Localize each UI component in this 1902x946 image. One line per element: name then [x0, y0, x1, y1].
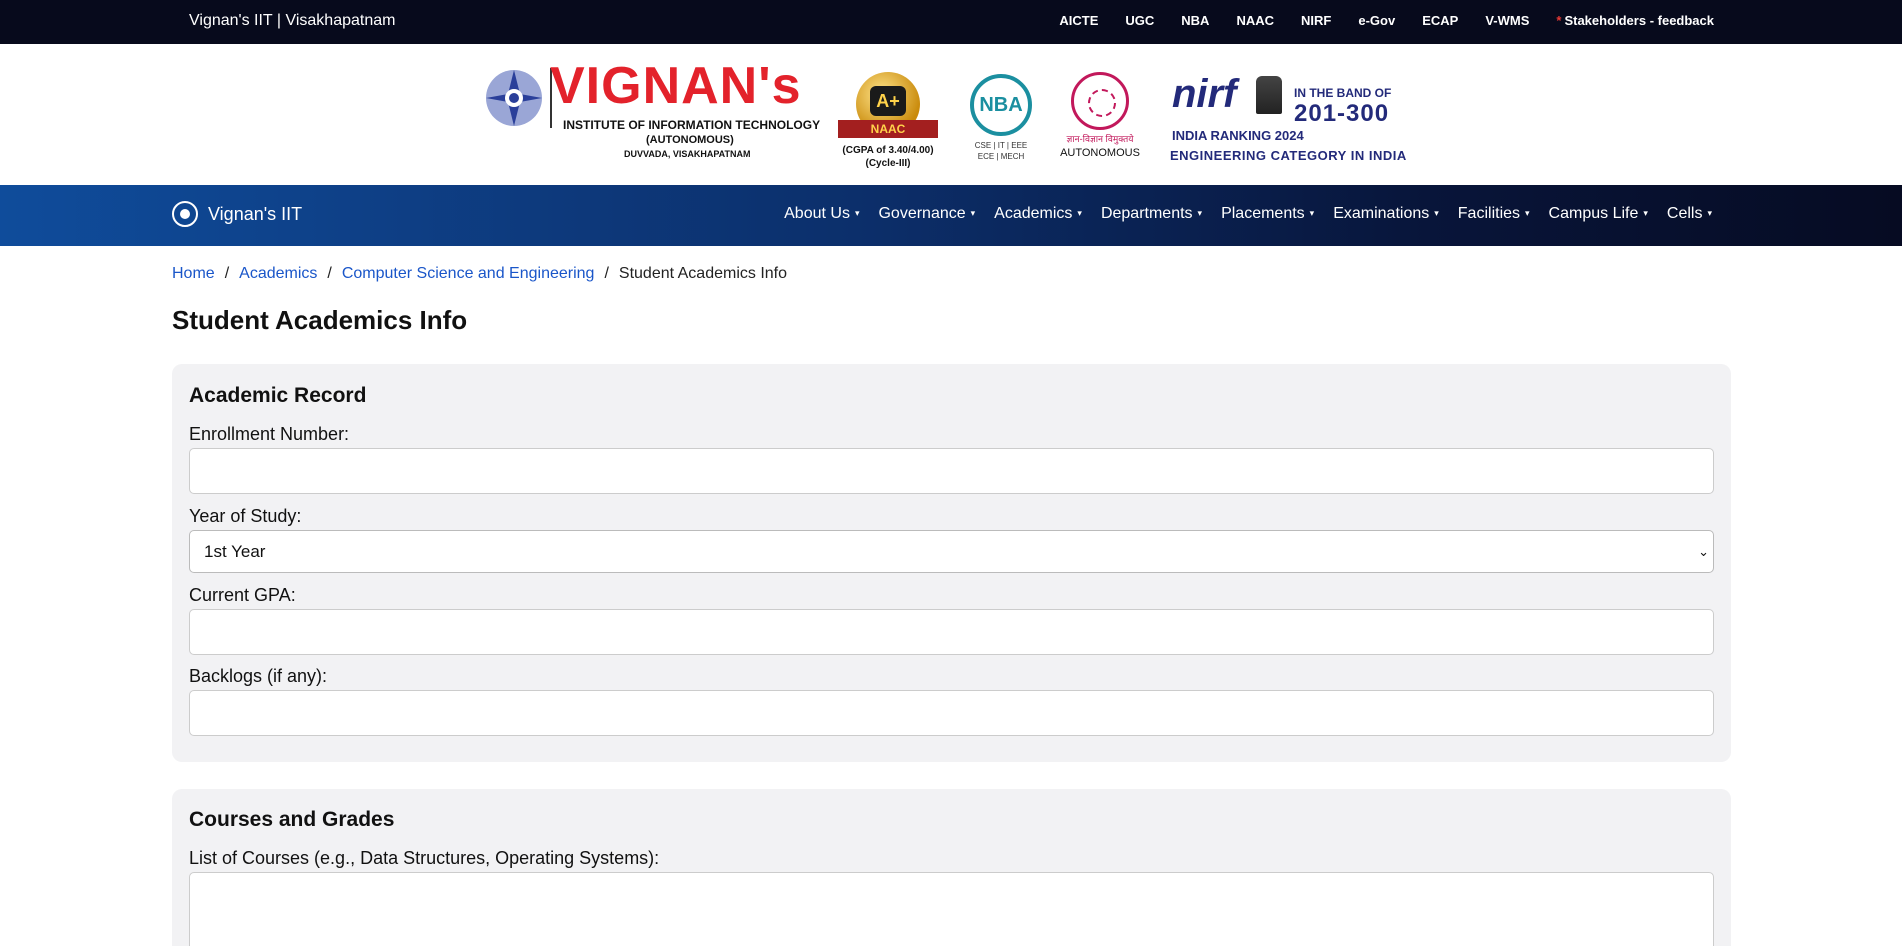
year-of-study-value: 1st Year: [204, 542, 266, 561]
top-link-naac[interactable]: NAAC: [1236, 13, 1274, 28]
courses-and-grades-section: Courses and Grades List of Courses (e.g.…: [172, 789, 1731, 946]
year-of-study-label: Year of Study:: [189, 506, 302, 526]
top-links: AICTE UGC NBA NAAC NIRF e-Gov ECAP V-WMS…: [1032, 13, 1714, 28]
academic-record-section: Academic Record Enrollment Number: Year …: [172, 364, 1731, 762]
national-emblem-icon: [1256, 76, 1282, 114]
course-list-textarea[interactable]: [189, 872, 1714, 946]
ugc-motto: ज्ञान-विज्ञान विमुक्तये: [1066, 134, 1134, 144]
nirf-band-label: IN THE BAND OF: [1294, 86, 1392, 100]
nba-branches-line-1: CSE | IT | EEE: [974, 141, 1028, 150]
nav-label: Facilities: [1457, 205, 1521, 222]
top-link-vwms[interactable]: V-WMS: [1485, 13, 1529, 28]
nav-item-about-us[interactable]: About Us ▾: [784, 205, 859, 223]
nba-badge: NBA CSE | IT | EEE ECE | MECH: [970, 74, 1032, 169]
nba-seal-icon: NBA: [970, 74, 1032, 136]
nav-item-examinations[interactable]: Examinations ▾: [1333, 205, 1439, 223]
academic-record-heading: Academic Record: [189, 384, 367, 407]
stakeholders-label: Stakeholders - feedback: [1564, 13, 1714, 28]
breadcrumb-academics-link[interactable]: Academics: [239, 265, 317, 283]
top-link-nirf[interactable]: NIRF: [1301, 13, 1331, 28]
breadcrumb-home-link[interactable]: Home: [172, 265, 215, 283]
nav-item-placements[interactable]: Placements ▾: [1221, 205, 1314, 223]
caret-down-icon: ▾: [854, 208, 860, 218]
naac-grade: A+: [870, 86, 906, 116]
header-banner: VIGNAN's INSTITUTE OF INFORMATION TECHNO…: [0, 44, 1902, 185]
course-list-label: List of Courses (e.g., Data Structures, …: [189, 848, 660, 868]
ugc-emblem-icon: [1071, 72, 1129, 130]
navbar-brand[interactable]: Vignan's IIT: [172, 201, 302, 227]
top-bar: Vignan's IIT | Visakhapatnam AICTE UGC N…: [0, 0, 1902, 44]
caret-down-icon: ▾: [970, 208, 976, 218]
nav-label: Cells: [1666, 205, 1703, 222]
nba-branches-line-2: ECE | MECH: [977, 152, 1025, 161]
nav-item-academics[interactable]: Academics ▾: [994, 205, 1082, 223]
breadcrumb-separator: /: [604, 265, 609, 282]
caret-down-icon: ▾: [1309, 208, 1315, 218]
chevron-down-icon: ⌄: [1698, 544, 1709, 559]
backlogs-label: Backlogs (if any):: [189, 666, 328, 686]
vignan-logo-icon: [486, 70, 542, 126]
nba-branches: CSE | IT | EEE ECE | MECH: [970, 140, 1032, 162]
breadcrumb-separator: /: [224, 265, 230, 282]
courses-heading: Courses and Grades: [189, 808, 395, 831]
top-link-stakeholders-feedback[interactable]: * Stakeholders - feedback: [1556, 13, 1714, 28]
caret-down-icon: ▾: [1525, 208, 1530, 218]
nav-label: Campus Life: [1548, 205, 1639, 222]
nirf-ranking-year: INDIA RANKING 2024: [1172, 128, 1304, 143]
ugc-autonomous-label: AUTONOMOUS: [1060, 147, 1140, 159]
enrollment-number-input[interactable]: [189, 448, 1714, 494]
nav-label: Academics: [994, 205, 1073, 222]
backlogs-input[interactable]: [189, 690, 1714, 736]
page-title: Student Academics Info: [172, 305, 468, 335]
top-link-egov[interactable]: e-Gov: [1358, 13, 1395, 28]
naac-cycle: (Cycle-III): [865, 158, 911, 169]
naac-cgpa: (CGPA of 3.40/4.00) (Cycle-III): [838, 144, 938, 170]
caret-down-icon: ▾: [1707, 208, 1712, 218]
enrollment-number-label: Enrollment Number:: [189, 424, 350, 444]
institute-name: VIGNAN's: [550, 57, 802, 115]
caret-down-icon: ▾: [1643, 208, 1648, 218]
main-navbar: Vignan's IIT About Us ▾ Governance ▾ Acade…: [0, 185, 1902, 246]
nav-label: Placements: [1221, 205, 1305, 222]
nirf-rank-range: 201-300: [1294, 100, 1390, 127]
required-star: *: [1556, 13, 1562, 28]
caret-down-icon: ▾: [1434, 208, 1439, 218]
caret-down-icon: ▾: [1077, 208, 1082, 218]
top-link-aicte[interactable]: AICTE: [1059, 13, 1098, 28]
nav-item-facilities[interactable]: Facilities ▾: [1458, 205, 1530, 223]
naac-badge: A+ NAAC (CGPA of 3.40/4.00) (Cycle-III): [838, 72, 938, 187]
naac-ribbon: NAAC: [838, 120, 938, 138]
breadcrumb-separator: /: [327, 265, 332, 282]
brand-logo-icon: [172, 201, 198, 227]
year-of-study-select[interactable]: 1st Year ⌄: [189, 530, 1714, 573]
breadcrumb-department-link[interactable]: Computer Science and Engineering: [342, 265, 595, 283]
brand-label: Vignan's IIT: [208, 203, 303, 224]
nav-label: About Us: [784, 205, 850, 222]
nirf-category: ENGINEERING CATEGORY IN INDIA: [1170, 148, 1407, 163]
institute-status: (AUTONOMOUS): [646, 134, 734, 146]
current-gpa-label: Current GPA:: [189, 585, 296, 605]
ugc-autonomous-badge: ज्ञान-विज्ञान विमुक्तये AUTONOMOUS: [1060, 72, 1140, 172]
caret-down-icon: ▾: [1197, 208, 1203, 218]
institute-full-name: INSTITUTE OF INFORMATION TECHNOLOGY: [563, 118, 821, 132]
nav-menu: About Us ▾ Governance ▾ Academics ▾ Departm…: [765, 205, 1712, 223]
nirf-logo: nirf: [1172, 72, 1237, 116]
nav-item-campus-life[interactable]: Campus Life ▾: [1549, 205, 1648, 223]
nav-label: Governance: [878, 205, 966, 222]
top-link-nba[interactable]: NBA: [1181, 13, 1209, 28]
nav-item-cells[interactable]: Cells ▾: [1667, 205, 1712, 223]
breadcrumb-current: Student Academics Info: [618, 265, 788, 282]
current-gpa-input[interactable]: [189, 609, 1714, 655]
nirf-ranking-badge: nirf IN THE BAND OF 201-300 INDIA RANKIN…: [1170, 72, 1406, 184]
naac-cgpa-value: (CGPA of 3.40/4.00): [842, 145, 934, 156]
nav-item-departments[interactable]: Departments ▾: [1101, 205, 1202, 223]
institute-location: DUVVADA, VISAKHAPATNAM: [624, 149, 751, 159]
site-title: Vignan's IIT | Visakhapatnam: [189, 12, 396, 29]
top-link-ecap[interactable]: ECAP: [1422, 13, 1458, 28]
nav-label: Departments: [1100, 205, 1193, 222]
nav-item-governance[interactable]: Governance ▾: [878, 205, 975, 223]
top-link-ugc[interactable]: UGC: [1125, 13, 1154, 28]
nav-label: Examinations: [1333, 205, 1430, 222]
breadcrumb: Home / Academics / Computer Science and …: [172, 265, 787, 283]
